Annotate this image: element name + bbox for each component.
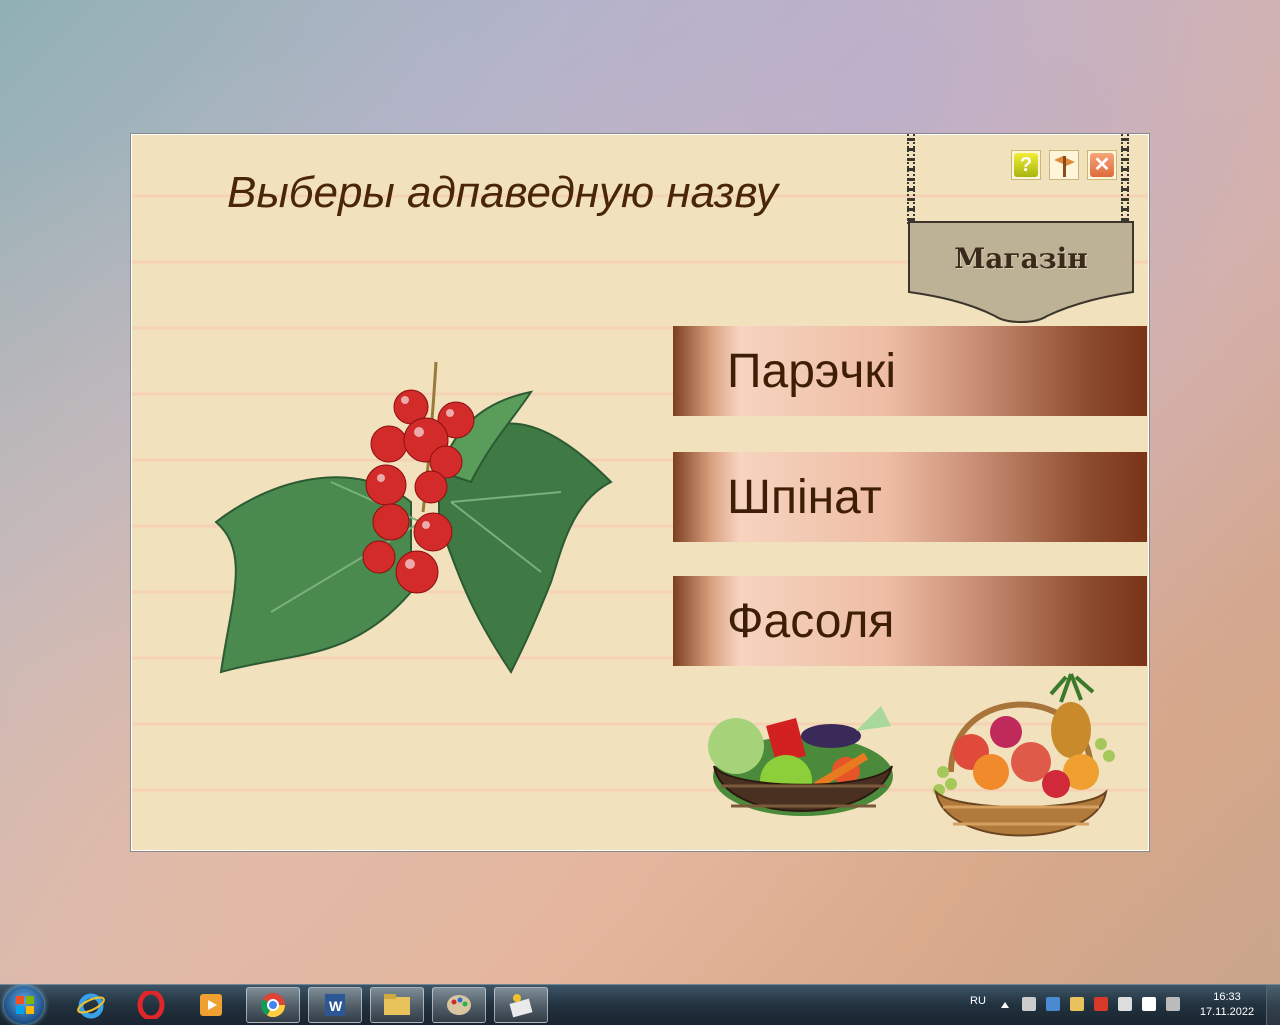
back-button[interactable] (1049, 150, 1079, 180)
network-icon[interactable] (1022, 997, 1036, 1011)
windows-logo-icon (16, 996, 34, 1014)
sign-chain-right (1121, 134, 1129, 224)
answer-button-1[interactable]: Парэчкі (673, 326, 1147, 416)
question-mark-icon: ? (1014, 153, 1038, 177)
help-button[interactable]: ? (1011, 150, 1041, 180)
shop-sign[interactable]: Магазін (907, 220, 1135, 324)
signpost-icon (1054, 156, 1075, 177)
opera-icon[interactable] (124, 987, 178, 1023)
chrome-icon[interactable] (246, 987, 300, 1023)
action-center-flag-icon[interactable] (1142, 997, 1156, 1011)
quiz-window: Выберы адпаведную назву ? ✕ Магазін Парэ… (130, 133, 1150, 852)
vegetable-basket-image (708, 706, 893, 816)
display-icon[interactable] (1166, 997, 1180, 1011)
internet-explorer-icon[interactable] (64, 987, 118, 1023)
clock-time: 16:33 (1213, 991, 1241, 1003)
close-button[interactable]: ✕ (1087, 150, 1117, 180)
fruit-basket-image (933, 673, 1115, 837)
file-explorer-icon[interactable] (370, 987, 424, 1023)
antivirus-icon[interactable] (1094, 997, 1108, 1011)
clock-date: 17.11.2022 (1199, 1006, 1255, 1018)
language-indicator[interactable]: RU (970, 995, 986, 1007)
taskbar: W RU 16:33 17.11.2022 (0, 984, 1280, 1025)
tray-app-icon[interactable] (1046, 997, 1060, 1011)
clock[interactable]: 16:33 17.11.2022 (1196, 990, 1258, 1020)
app-icon[interactable] (494, 987, 548, 1023)
answer-button-3[interactable]: Фасоля (673, 576, 1147, 666)
answer-label-1: Парэчкі (727, 345, 897, 398)
shop-sign-label: Магазін (954, 242, 1088, 275)
start-orb[interactable] (4, 986, 44, 1024)
svg-text:W: W (329, 998, 343, 1014)
media-player-icon[interactable] (184, 987, 238, 1023)
show-desktop-button[interactable] (1266, 985, 1280, 1025)
answer-label-3: Фасоля (727, 595, 895, 648)
answer-label-2: Шпінат (727, 471, 882, 524)
close-icon: ✕ (1090, 153, 1114, 177)
security-icon[interactable] (1070, 997, 1084, 1011)
tray-expand-icon[interactable] (1000, 1000, 1010, 1010)
red-currant-image (214, 361, 613, 674)
volume-icon[interactable] (1118, 997, 1132, 1011)
answer-button-2[interactable]: Шпінат (673, 452, 1147, 542)
page-title: Выберы адпаведную назву (227, 168, 778, 217)
word-icon[interactable]: W (308, 987, 362, 1023)
sign-chain-left (907, 134, 915, 224)
paint-icon[interactable] (432, 987, 486, 1023)
